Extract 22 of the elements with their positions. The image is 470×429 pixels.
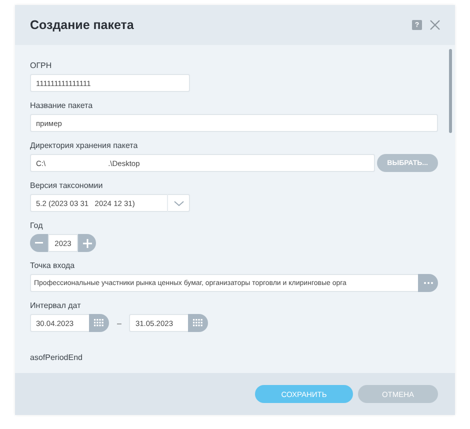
field-label: Интервал дат	[30, 301, 82, 311]
increment-button[interactable]	[78, 234, 96, 252]
more-button[interactable]	[418, 274, 438, 292]
field-label: Версия таксономии	[30, 181, 104, 191]
calendar-button[interactable]	[188, 314, 208, 332]
chevron-icon	[174, 200, 184, 206]
field-label: Название пакета	[30, 101, 94, 111]
decrement-button[interactable]	[30, 234, 48, 252]
calendar-icon[interactable]	[94, 319, 104, 327]
plus-icon	[82, 238, 92, 248]
dialog-title: Создание пакета	[30, 18, 135, 32]
field-label: Год	[30, 221, 44, 231]
field-label: Точка входа	[30, 261, 76, 271]
range-separator: –	[117, 318, 122, 328]
calendar-icon[interactable]	[193, 319, 204, 327]
calendar-button[interactable]	[89, 314, 109, 332]
field-label: asofPeriodEnd	[30, 353, 84, 362]
scrollbar[interactable]	[449, 49, 452, 133]
close-icon[interactable]	[430, 20, 440, 30]
field-label: ОГРН	[30, 61, 53, 71]
field-label: Директория хранения пакета	[30, 141, 139, 151]
minus-icon	[35, 242, 43, 244]
